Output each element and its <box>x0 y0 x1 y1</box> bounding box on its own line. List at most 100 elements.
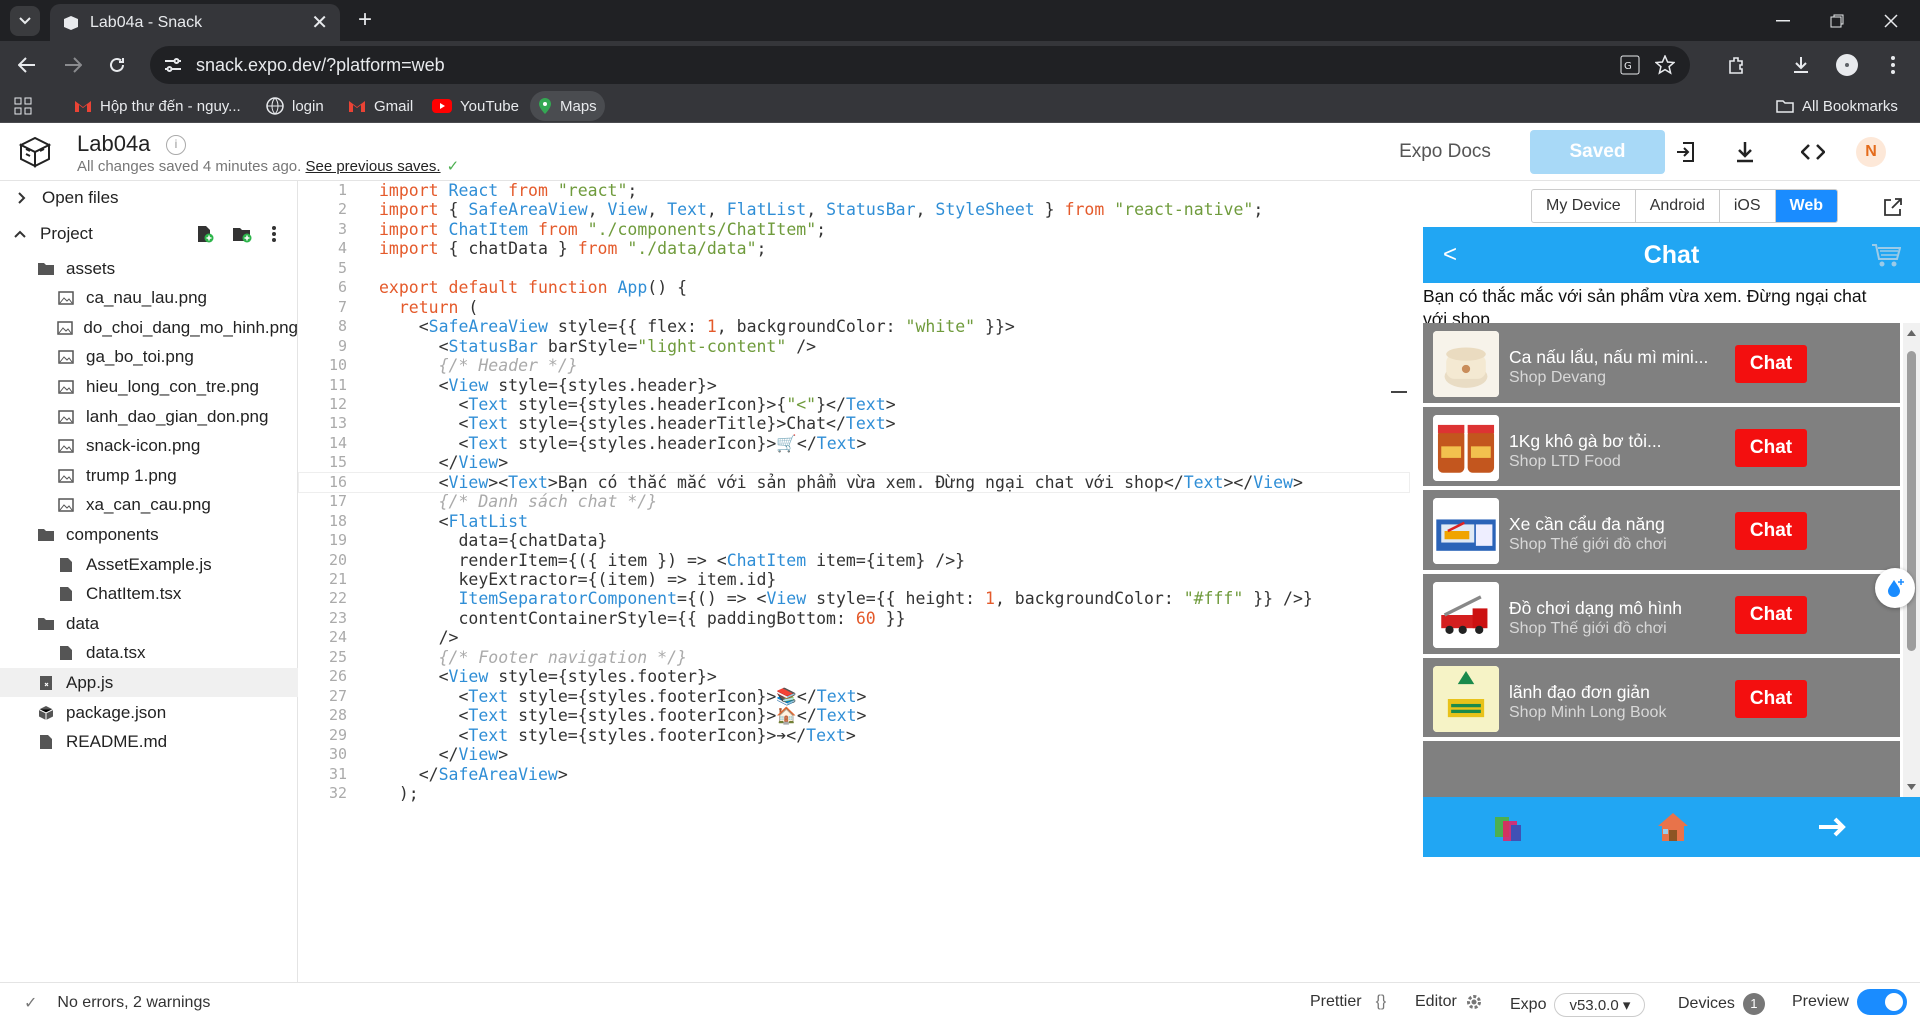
arrow-right-icon[interactable] <box>1817 817 1847 837</box>
forward-arrow-icon[interactable] <box>58 50 88 80</box>
code-line[interactable]: 19 data={chatData} <box>299 531 1409 550</box>
file-item[interactable]: xa_can_cau.png <box>0 491 298 520</box>
translate-icon[interactable]: G <box>1620 55 1640 75</box>
code-line[interactable]: 17 {/* Danh sách chat */} <box>299 492 1409 511</box>
extensions-icon[interactable] <box>1722 50 1752 80</box>
code-editor[interactable]: 1 import React from "react"; 2 import { Saf… <box>298 181 1422 982</box>
code-line[interactable]: 7 return ( <box>299 298 1409 317</box>
chat-button[interactable]: Chat <box>1735 596 1807 635</box>
editor-settings[interactable]: Editor <box>1415 993 1483 1011</box>
code-line[interactable]: 28 <Text style={styles.footerIcon}>🏠</Te… <box>299 706 1409 725</box>
snack-logo-icon[interactable] <box>18 135 52 169</box>
chat-button[interactable]: Chat <box>1735 345 1807 383</box>
code-line[interactable]: 18 <FlatList <box>299 512 1409 531</box>
code-line[interactable]: 22 ItemSeparatorComponent={() => <View s… <box>299 589 1409 608</box>
folder-item[interactable]: assets <box>0 254 298 283</box>
code-line[interactable]: 20 renderItem={({ item }) => <ChatItem i… <box>299 551 1409 570</box>
file-item[interactable]: ChatItem.tsx <box>0 580 298 609</box>
file-item[interactable]: hieu_long_con_tre.png <box>0 372 298 401</box>
code-line[interactable]: 12 <Text style={styles.headerIcon}>{"<"}… <box>299 395 1409 414</box>
platform-tab-ios[interactable]: iOS <box>1720 190 1776 222</box>
code-line[interactable]: 16 <View><Text>Bạn có thắc mắc với sản p… <box>298 471 1410 494</box>
list-scrollbar[interactable] <box>1903 323 1920 797</box>
open-files-section[interactable]: Open files <box>0 181 298 215</box>
file-item[interactable]: ca_nau_lau.png <box>0 284 298 313</box>
apps-grid-icon[interactable] <box>6 91 40 121</box>
code-line[interactable]: 5 <box>299 259 1409 278</box>
code-line[interactable]: 9 <StatusBar barStyle="light-content" /> <box>299 337 1409 356</box>
code-line[interactable]: 23 contentContainerStyle={{ paddingBotto… <box>299 609 1409 628</box>
file-item[interactable]: package.json <box>0 698 298 727</box>
open-external-icon[interactable] <box>1883 197 1903 217</box>
books-icon[interactable] <box>1493 813 1527 843</box>
code-line[interactable]: 10 {/* Header */} <box>299 356 1409 375</box>
bookmark-star-icon[interactable] <box>1655 55 1675 75</box>
file-item[interactable]: AssetExample.js <box>0 550 298 579</box>
code-line[interactable]: 2 import { SafeAreaView, View, Text, Flat… <box>299 200 1409 219</box>
folder-item[interactable]: data <box>0 609 298 638</box>
code-line[interactable]: 24 /> <box>299 628 1409 647</box>
chat-button[interactable]: Chat <box>1735 428 1807 467</box>
file-item[interactable]: trump 1.png <box>0 461 298 490</box>
file-item[interactable]: lanh_dao_gian_don.png <box>0 402 298 431</box>
url-text[interactable]: snack.expo.dev/?platform=web <box>196 55 445 76</box>
expo-docs-link[interactable]: Expo Docs <box>1385 130 1505 174</box>
embed-code-icon[interactable] <box>1788 130 1838 174</box>
home-icon[interactable] <box>1656 811 1690 843</box>
bookmark-gmail[interactable]: Gmail <box>340 91 421 121</box>
back-arrow-icon[interactable] <box>12 50 42 80</box>
scroll-down-icon[interactable] <box>1907 783 1916 791</box>
saved-button[interactable]: Saved <box>1530 130 1665 174</box>
minimize-icon[interactable] <box>1756 0 1810 41</box>
expo-version[interactable]: Expo v53.0.0 ▾ <box>1510 993 1646 1017</box>
platform-tab-web[interactable]: Web <box>1775 190 1837 222</box>
code-line[interactable]: 11 <View style={styles.header}> <box>299 376 1409 395</box>
cart-icon[interactable] <box>1871 243 1901 269</box>
code-line[interactable]: 13 <Text style={styles.headerTitle}>Chat… <box>299 414 1409 433</box>
tab-search-button[interactable] <box>10 6 40 36</box>
scroll-up-icon[interactable] <box>1907 329 1916 337</box>
code-line[interactable]: 31 </SafeAreaView> <box>299 765 1409 784</box>
bookmark-youtube[interactable]: YouTube <box>424 91 527 121</box>
download-icon[interactable] <box>1720 130 1770 174</box>
code-line[interactable]: 14 <Text style={styles.headerIcon}>🛒</Te… <box>299 434 1409 453</box>
file-item[interactable]: App.js <box>0 668 298 698</box>
close-tab-icon[interactable]: ✕ <box>311 10 328 35</box>
code-line[interactable]: 4 import { chatData } from "./data/data"; <box>299 239 1409 258</box>
site-settings-icon[interactable] <box>164 57 182 73</box>
code-line[interactable]: 8 <SafeAreaView style={{ flex: 1, backgr… <box>299 317 1409 336</box>
preview-toggle[interactable]: Preview <box>1792 989 1907 1015</box>
sdk-version-select[interactable]: v53.0.0 ▾ <box>1554 993 1646 1017</box>
file-item[interactable]: snack-icon.png <box>0 432 298 461</box>
chat-list-item[interactable]: Xe cần cẩu đa năng Shop Thế giới đồ chơi C… <box>1423 490 1900 575</box>
code-line[interactable]: 27 <Text style={styles.footerIcon}>📚</Te… <box>299 687 1409 706</box>
code-line[interactable]: 15 </View> <box>299 453 1409 472</box>
code-line[interactable]: 29 <Text style={styles.footerIcon}>➔</Te… <box>299 726 1409 745</box>
snack-assistant-icon[interactable] <box>1875 568 1915 608</box>
collapse-panel-icon[interactable] <box>1391 391 1407 393</box>
download-icon[interactable] <box>1786 50 1816 80</box>
chat-list-item[interactable]: Đồ chơi dạng mô hình Shop Thế giới đồ chơ… <box>1423 574 1900 658</box>
chat-list-item[interactable]: Ca nấu lẩu, nấu mì mini... Shop Devang Cha… <box>1423 323 1900 407</box>
project-name[interactable]: Lab04a <box>77 131 150 157</box>
restore-icon[interactable] <box>1810 0 1864 41</box>
code-line[interactable]: 26 <View style={styles.footer}> <box>299 667 1409 686</box>
code-line[interactable]: 25 {/* Footer navigation */} <box>299 648 1409 667</box>
file-item[interactable]: README.md <box>0 728 298 757</box>
bookmark-inbox[interactable]: Hộp thư đến - nguy... <box>66 91 249 121</box>
platform-tab-android[interactable]: Android <box>1636 190 1720 222</box>
folder-item[interactable]: components <box>0 520 298 549</box>
preview-switch[interactable] <box>1856 989 1907 1015</box>
new-file-icon[interactable] <box>196 225 214 243</box>
close-window-icon[interactable] <box>1864 0 1918 41</box>
browser-tab[interactable]: Lab04a - Snack ✕ <box>50 4 340 41</box>
see-previous-saves-link[interactable]: See previous saves. <box>305 158 440 175</box>
code-line[interactable]: 32 ); <box>299 784 1409 803</box>
login-icon[interactable] <box>1660 130 1710 174</box>
info-icon[interactable]: i <box>166 135 186 155</box>
chat-list[interactable]: Ca nấu lẩu, nấu mì mini... Shop Devang Cha… <box>1423 323 1900 797</box>
code-line[interactable]: 3 import ChatItem from "./components/Chat… <box>299 220 1409 239</box>
file-item[interactable]: data.tsx <box>0 639 298 668</box>
chat-button[interactable]: Chat <box>1735 679 1807 718</box>
code-line[interactable]: 1 import React from "react"; <box>299 181 1409 200</box>
